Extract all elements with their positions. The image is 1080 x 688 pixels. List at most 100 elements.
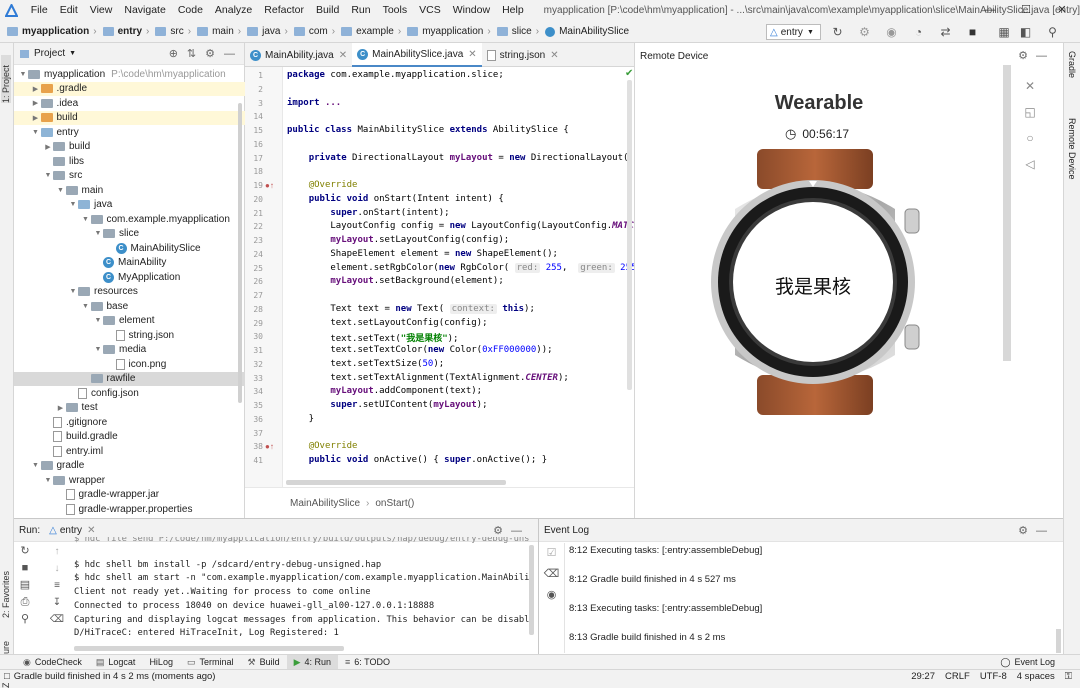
mark-read-icon[interactable]: ☑ [539,543,564,564]
tree-item[interactable]: ▼ com.example.myapplication [14,212,245,227]
tree-item[interactable]: gradle-wrapper.properties [14,502,245,517]
lock-icon[interactable]: ⚿ [1065,671,1072,682]
rerun-icon[interactable]: ↻ [824,25,851,39]
menu-item-run[interactable]: Run [345,0,376,21]
tree-item[interactable]: gradle-wrapper.jar [14,488,245,503]
chevron-right-icon[interactable]: ▶ [31,114,41,122]
hide-icon[interactable]: — [224,48,244,60]
breadcrumb-item[interactable]: › com [280,26,327,37]
breadcrumb-item[interactable]: › entry [89,26,142,37]
gear-icon[interactable]: ⚙ [493,525,511,537]
file-encoding[interactable]: UTF-8 [980,671,1007,682]
event-log-scrollbar[interactable] [1056,629,1061,653]
crumb-method[interactable]: onStart() [375,498,414,509]
home-icon[interactable]: ○ [1019,125,1041,151]
menu-item-window[interactable]: Window [447,0,496,21]
chevron-down-icon[interactable]: ▼ [69,50,76,57]
tree-item[interactable]: ▼ myapplication P:\code\hm\myapplication [14,67,245,82]
rerun-icon[interactable]: ↻ [14,543,36,560]
print-icon[interactable]: ⎙ [14,594,36,611]
tree-item[interactable]: ▶ .gradle [14,81,245,96]
tree-item[interactable]: ▼ base [14,299,245,314]
tree-item[interactable]: ▶ test [14,401,245,416]
chevron-down-icon[interactable]: ▼ [31,129,41,136]
chevron-down-icon[interactable]: ▼ [56,187,66,194]
profile-icon[interactable]: ◔ [905,25,932,39]
collapse-all-icon[interactable]: ⇅ [187,48,205,60]
tab-remote-device[interactable]: Remote Device [1067,118,1077,180]
chevron-down-icon[interactable]: ▼ [93,230,103,237]
menu-item-build[interactable]: Build [310,0,345,21]
scroll-end-icon[interactable]: ↧ [48,594,66,611]
caret-position[interactable]: 29:27 [911,671,935,682]
stop-icon[interactable]: ■ [959,25,986,39]
stop-icon[interactable]: ■ [14,560,36,577]
chevron-down-icon[interactable]: ▼ [81,303,91,310]
remote-scrollbar[interactable] [1003,65,1011,361]
tree-item[interactable]: C MyApplication [14,270,245,285]
tree-item[interactable]: string.json [14,328,245,343]
tree-item[interactable]: ▼ element [14,314,245,329]
gear-icon[interactable]: ⚙ [205,48,224,60]
override-gutter-icon[interactable]: ●↑ [265,442,274,451]
tab-event-log[interactable]: ◯ Event Log [993,655,1062,670]
tree-item[interactable]: ▼ wrapper [14,473,245,488]
bottom-tab[interactable]: ▶ 4: Run [286,654,339,670]
up-arrow-icon[interactable]: ↑ [48,543,66,560]
maximize-button[interactable]: ☐ [1008,0,1044,21]
chevron-down-icon[interactable]: ▼ [43,172,53,179]
bottom-tab[interactable]: ▭ Terminal [180,655,241,670]
tree-item[interactable]: ▼ gradle [14,459,245,474]
menu-item-help[interactable]: Help [496,0,530,21]
chevron-right-icon[interactable]: ▶ [43,143,53,151]
line-separator[interactable]: CRLF [945,671,970,682]
layout-icon[interactable]: ▤ [14,577,36,594]
crumb-class[interactable]: MainAbilitySlice [290,498,360,509]
settings-icon[interactable]: ◉ [539,585,564,606]
chevron-right-icon[interactable]: ▶ [31,85,41,93]
attach-debugger-icon[interactable]: ⇄ [932,25,959,39]
menu-item-code[interactable]: Code [172,0,209,21]
tree-item[interactable]: ▶ .idea [14,96,245,111]
breadcrumb-item[interactable]: › main [184,26,234,37]
close-icon[interactable]: ✕ [87,525,95,536]
chevron-down-icon[interactable]: ▼ [68,201,78,208]
override-gutter-icon[interactable]: ●↑ [265,181,274,190]
status-message[interactable]: Gradle build finished in 4 s 2 ms (momen… [14,671,216,682]
trash-icon[interactable]: ⌫ [48,611,66,628]
tree-item[interactable]: ▼ slice [14,227,245,242]
tab-favorites[interactable]: 2: Favorites [1,568,11,618]
menu-item-edit[interactable]: Edit [54,0,84,21]
chevron-down-icon[interactable]: ▼ [31,462,41,469]
bottom-tab[interactable]: ≡ 6: TODO [338,655,397,670]
run-tab-entry[interactable]: entry [60,525,82,536]
bottom-tab[interactable]: ▤ Logcat [89,655,143,670]
pin-icon[interactable]: ⚲ [14,611,36,628]
gear-icon[interactable]: ⚙ [1018,50,1036,62]
editor-h-scrollbar[interactable] [286,480,506,485]
coverage-icon[interactable]: ◉ [878,25,905,39]
breadcrumb-item[interactable]: › java [234,26,281,37]
chevron-right-icon[interactable]: ▶ [31,99,41,107]
tree-item[interactable]: ▼ entry [14,125,245,140]
back-icon[interactable]: ◁ [1019,151,1041,177]
close-icon[interactable]: ✕ [339,50,347,61]
minimize-button[interactable]: — [972,0,1008,21]
project-scrollbar[interactable] [238,103,242,403]
trash-icon[interactable]: ⌫ [539,564,564,585]
tree-item[interactable]: ▶ build [14,110,245,125]
close-icon[interactable]: ✕ [468,49,476,60]
tab-project[interactable]: 1: Project [1,55,11,103]
editor-scrollbar[interactable] [627,80,632,390]
close-icon[interactable]: ✕ [1019,73,1041,99]
tree-item[interactable]: ▼ media [14,343,245,358]
menu-item-refactor[interactable]: Refactor [258,0,310,21]
locate-icon[interactable]: ⊕ [169,48,187,60]
chevron-down-icon[interactable]: ▼ [81,216,91,223]
breadcrumb-item[interactable]: myapplication [4,26,89,37]
menu-item-navigate[interactable]: Navigate [118,0,171,21]
close-window-button[interactable]: ✕ [1044,0,1080,21]
tree-item[interactable]: config.json [14,386,245,401]
tree-item[interactable]: ▼ resources [14,285,245,300]
editor-tab[interactable]: C MainAbilitySlice.java ✕ [352,43,482,67]
